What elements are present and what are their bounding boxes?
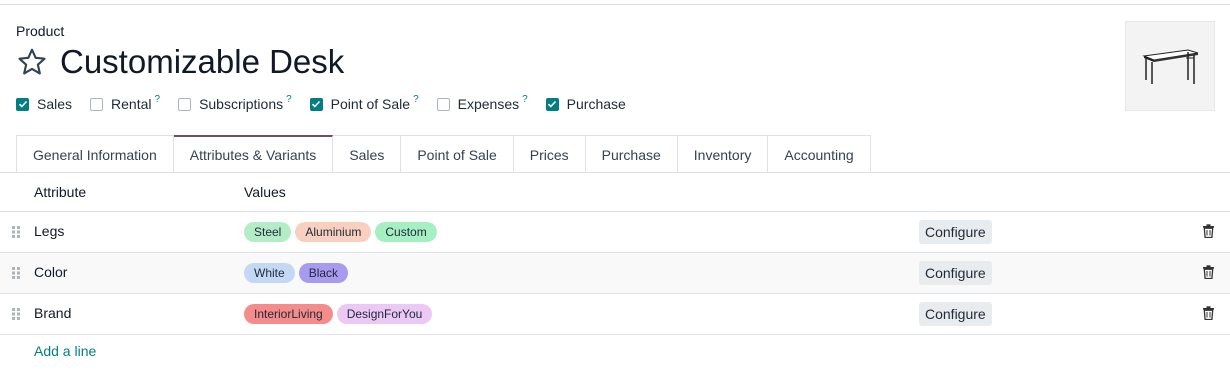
- value-tag: InteriorLiving: [244, 304, 333, 324]
- value-tag: Black: [298, 263, 349, 283]
- option-label: Purchase: [566, 96, 626, 112]
- value-tag: White: [244, 263, 295, 283]
- star-outline-icon[interactable]: [16, 46, 48, 78]
- option-label: Subscriptions: [199, 96, 284, 112]
- value-tag: Aluminium: [295, 222, 372, 242]
- product-title-row: Customizable Desk: [16, 42, 344, 82]
- trash-icon[interactable]: [1202, 306, 1215, 320]
- option-expenses[interactable]: Expenses?: [436, 94, 528, 112]
- table-row[interactable]: Brand InteriorLiving DesignForYou Configure: [0, 294, 1230, 335]
- check-icon: [312, 100, 321, 108]
- configure-button[interactable]: Configure: [919, 302, 992, 326]
- drag-handle-icon[interactable]: [11, 225, 21, 239]
- value-tag: DesignForYou: [336, 304, 433, 324]
- add-line-link[interactable]: Add a line: [34, 343, 96, 359]
- tab-general-information[interactable]: General Information: [16, 135, 174, 173]
- help-tooltip-icon[interactable]: ?: [286, 94, 292, 105]
- configure-button[interactable]: Configure: [919, 220, 992, 244]
- attribute-values[interactable]: InteriorLiving DesignForYou: [244, 304, 436, 324]
- tab-attributes-variants[interactable]: Attributes & Variants: [173, 135, 334, 173]
- value-tag: Custom: [375, 222, 437, 242]
- checkbox[interactable]: [178, 97, 192, 111]
- attribute-values[interactable]: White Black: [244, 263, 352, 283]
- attribute-name[interactable]: Brand: [34, 305, 71, 321]
- configure-button[interactable]: Configure: [919, 261, 992, 285]
- desk-image: [1142, 49, 1199, 84]
- checkbox[interactable]: [436, 97, 450, 111]
- attribute-name[interactable]: Legs: [34, 223, 64, 239]
- option-label: Rental: [111, 96, 152, 112]
- drag-handle-icon[interactable]: [11, 266, 21, 280]
- value-tag: Steel: [244, 222, 292, 242]
- product-image[interactable]: [1125, 21, 1215, 111]
- option-rental[interactable]: Rental?: [90, 94, 161, 112]
- help-tooltip-icon[interactable]: ?: [413, 94, 419, 105]
- tab-accounting[interactable]: Accounting: [768, 135, 871, 173]
- header-attribute[interactable]: Attribute: [34, 184, 86, 200]
- attribute-values[interactable]: Steel Aluminium Custom: [244, 222, 441, 242]
- option-label: Expenses: [457, 96, 520, 112]
- table-row[interactable]: Color White Black Configure: [0, 253, 1230, 294]
- tab-point-of-sale[interactable]: Point of Sale: [401, 135, 514, 173]
- trash-icon[interactable]: [1202, 265, 1215, 279]
- tab-sales[interactable]: Sales: [333, 135, 402, 173]
- option-label: Sales: [37, 96, 73, 112]
- breadcrumb[interactable]: Product: [16, 23, 64, 39]
- trash-icon[interactable]: [1202, 224, 1215, 238]
- attribute-name[interactable]: Color: [34, 264, 67, 280]
- option-point-of-sale[interactable]: Point of Sale?: [309, 94, 419, 112]
- table-row[interactable]: Legs Steel Aluminium Custom Configure: [0, 212, 1230, 253]
- check-icon: [18, 100, 27, 108]
- product-name[interactable]: Customizable Desk: [60, 42, 344, 82]
- product-options: Sales Rental? Subscriptions? Point of Sale?…: [16, 94, 644, 112]
- tab-purchase[interactable]: Purchase: [585, 135, 678, 173]
- option-subscriptions[interactable]: Subscriptions?: [178, 94, 292, 112]
- option-sales[interactable]: Sales: [16, 96, 72, 112]
- help-tooltip-icon[interactable]: ?: [522, 94, 528, 105]
- checkbox[interactable]: [90, 97, 104, 111]
- tab-inventory[interactable]: Inventory: [677, 135, 769, 173]
- check-icon: [548, 100, 557, 108]
- header-values[interactable]: Values: [244, 184, 286, 200]
- option-purchase[interactable]: Purchase: [545, 96, 626, 112]
- help-tooltip-icon[interactable]: ?: [155, 94, 161, 105]
- tab-prices[interactable]: Prices: [513, 135, 586, 173]
- notebook-tabs: General Information Attributes & Variants…: [16, 135, 871, 173]
- checkbox[interactable]: [16, 97, 29, 111]
- drag-handle-icon[interactable]: [11, 307, 21, 321]
- checkbox[interactable]: [309, 97, 323, 111]
- attribute-table-header: Attribute Values: [0, 173, 1230, 212]
- checkbox[interactable]: [545, 97, 559, 111]
- option-label: Point of Sale: [330, 96, 411, 112]
